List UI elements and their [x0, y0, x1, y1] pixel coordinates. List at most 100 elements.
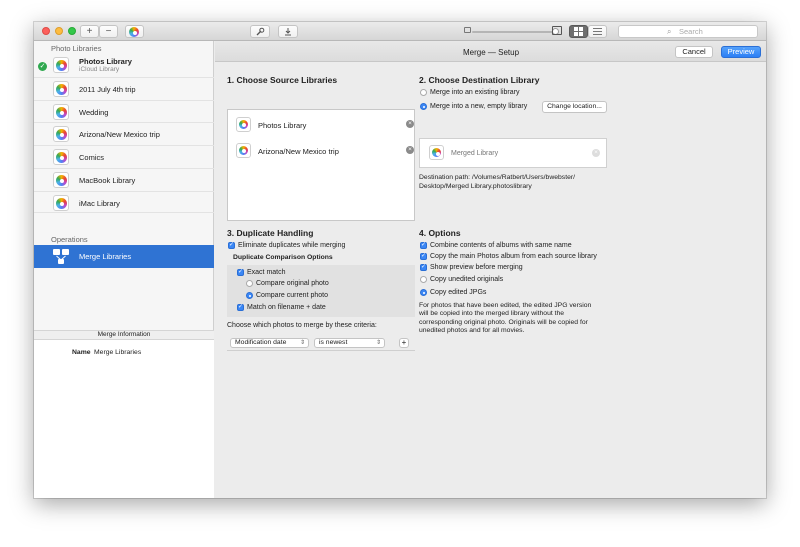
chevron-updown-icon: ⇕	[299, 340, 305, 346]
import-button[interactable]	[278, 25, 298, 38]
compare-original-radio[interactable]	[246, 280, 253, 287]
copy-main-album-checkbox[interactable]: ✓	[420, 253, 427, 260]
destination-library-name: Merged Library	[451, 150, 499, 157]
combine-albums-checkbox[interactable]: ✓	[420, 242, 427, 249]
sidebar-item-label: MacBook Library	[79, 176, 136, 185]
sidebar-item-photos-library[interactable]: ✓ Photos Library iCloud Library	[34, 54, 214, 77]
library-icon	[53, 149, 69, 165]
sidebar-item-label: Photos Library	[79, 57, 132, 66]
copy-main-album-label: Copy the main Photos album from each sou…	[430, 253, 597, 260]
search-field[interactable]: ⌕ Search	[618, 25, 758, 38]
chevron-updown-icon: ⇕	[375, 340, 381, 346]
copy-unedited-radio[interactable]	[420, 276, 427, 283]
photos-icon	[129, 27, 139, 37]
sidebar-item-merge-libraries[interactable]: Merge Libraries	[34, 245, 214, 268]
sidebar-item-label: Comics	[79, 153, 105, 162]
preview-button[interactable]: Preview	[721, 46, 761, 58]
eliminate-duplicates-label: Eliminate duplicates while merging	[238, 242, 346, 249]
name-value: Merge Libraries	[94, 349, 142, 356]
source-libraries-list[interactable]: Photos Library × Arizona/New Mexico trip…	[227, 109, 415, 221]
sidebar-item-comics[interactable]: Comics	[34, 145, 214, 167]
list-view-button[interactable]	[588, 25, 607, 38]
source-item-photos-library[interactable]: Photos Library ×	[236, 116, 414, 134]
add-criteria-button[interactable]: +	[399, 338, 409, 348]
destination-path-line1: Destination path: /Volumes/Ratbert/Users…	[419, 174, 576, 181]
clear-destination-icon[interactable]: ×	[592, 149, 600, 157]
criteria-operator-select[interactable]: is newest ⇕	[314, 338, 385, 348]
merge-icon	[53, 249, 69, 264]
criteria-operator-value: is newest	[319, 339, 348, 346]
criteria-label: Choose which photos to merge by these cr…	[227, 322, 377, 329]
large-photo-icon	[552, 26, 562, 35]
operations-heading: Operations	[51, 235, 88, 244]
add-button[interactable]: +	[80, 25, 99, 38]
change-location-button[interactable]: Change location...	[542, 101, 607, 113]
criteria-field-select[interactable]: Modification date ⇕	[230, 338, 309, 348]
toolbar: + − ⌕ Search	[34, 22, 766, 41]
sidebar-item-label: Wedding	[79, 108, 109, 117]
show-preview-checkbox[interactable]: ✓	[420, 264, 427, 271]
source-item-label: Photos Library	[258, 121, 307, 130]
options-note: For photos that have been edited, the ed…	[419, 302, 591, 335]
cancel-button[interactable]: Cancel	[675, 46, 713, 58]
sidebar-item-label: 2011 July 4th trip	[79, 85, 136, 94]
page-title: Merge — Setup	[463, 48, 520, 57]
photos-app-button[interactable]	[125, 25, 144, 38]
comparison-options-heading: Duplicate Comparison Options	[233, 254, 333, 261]
copy-unedited-label: Copy unedited originals	[430, 276, 504, 283]
sidebar-item-label: Merge Libraries	[79, 252, 132, 261]
copy-edited-radio[interactable]	[420, 289, 427, 296]
sidebar-item-macbook-library[interactable]: MacBook Library	[34, 168, 214, 190]
compare-original-label: Compare original photo	[256, 280, 329, 287]
match-filename-checkbox[interactable]: ✓	[237, 304, 244, 311]
sidebar-item-imac-library[interactable]: iMac Library	[34, 191, 214, 213]
remove-source-icon[interactable]: ×	[406, 120, 414, 128]
sidebar-item-2011-july-4th-trip[interactable]: 2011 July 4th trip	[34, 77, 214, 99]
sidebar: Photo Libraries ✓ Photos Library iCloud …	[34, 41, 214, 498]
merge-new-radio[interactable]	[420, 103, 427, 110]
copy-edited-label: Copy edited JPGs	[430, 289, 487, 296]
criteria-divider	[227, 350, 415, 351]
sidebar-item-arizona-new-mexico-trip[interactable]: Arizona/New Mexico trip	[34, 122, 214, 144]
library-icon	[53, 104, 69, 120]
wrench-icon	[256, 27, 265, 36]
sidebar-item-sublabel: iCloud Library	[79, 66, 120, 73]
remove-button[interactable]: −	[99, 25, 118, 38]
sheet-header: Merge — Setup Cancel Preview	[215, 41, 766, 62]
sidebar-item-wedding[interactable]: Wedding	[34, 100, 214, 122]
eliminate-duplicates-checkbox[interactable]: ✓	[228, 242, 235, 249]
library-icon	[53, 126, 69, 142]
merge-existing-radio[interactable]	[420, 89, 427, 96]
close-window-button[interactable]	[42, 27, 50, 35]
options-note-line: will be copied into the merged library w…	[419, 310, 565, 318]
source-item-arizona-new-mexico-trip[interactable]: Arizona/New Mexico trip ×	[236, 142, 414, 160]
source-heading: 1. Choose Source Libraries	[227, 75, 338, 85]
app-window: + − ⌕ Search Photo Libraries ✓ Photos Li…	[34, 22, 766, 498]
sidebar-item-label: iMac Library	[79, 199, 120, 208]
compare-current-radio[interactable]	[246, 292, 253, 299]
main-panel: Merge — Setup Cancel Preview 1. Choose S…	[215, 41, 766, 498]
destination-library-field: Merged Library ×	[419, 138, 607, 168]
destination-path-line2: Desktop/Merged Library.photoslibrary	[419, 183, 532, 190]
options-note-line: For photos that have been edited, the ed…	[419, 302, 592, 309]
checkmark-icon: ✓	[38, 62, 47, 71]
duplicates-heading: 3. Duplicate Handling	[227, 228, 314, 238]
list-icon	[593, 28, 602, 35]
library-icon	[53, 172, 69, 188]
exact-match-checkbox[interactable]: ✓	[237, 269, 244, 276]
zoom-slider[interactable]	[472, 28, 559, 35]
merge-existing-label: Merge into an existing library	[430, 89, 520, 96]
combine-albums-label: Combine contents of albums with same nam…	[430, 242, 572, 249]
library-icon	[53, 81, 69, 97]
tools-button[interactable]	[250, 25, 270, 38]
merge-information-panel: Name Merge Libraries	[34, 340, 214, 498]
grid-view-button[interactable]	[569, 25, 588, 38]
remove-source-icon[interactable]: ×	[406, 146, 414, 154]
sidebar-item-label: Arizona/New Mexico trip	[79, 130, 160, 139]
search-placeholder: Search	[679, 27, 703, 36]
minimize-window-button[interactable]	[55, 27, 63, 35]
zoom-window-button[interactable]	[68, 27, 76, 35]
grid-icon	[574, 27, 583, 36]
show-preview-label: Show preview before merging	[430, 264, 523, 271]
library-icon	[53, 57, 69, 73]
